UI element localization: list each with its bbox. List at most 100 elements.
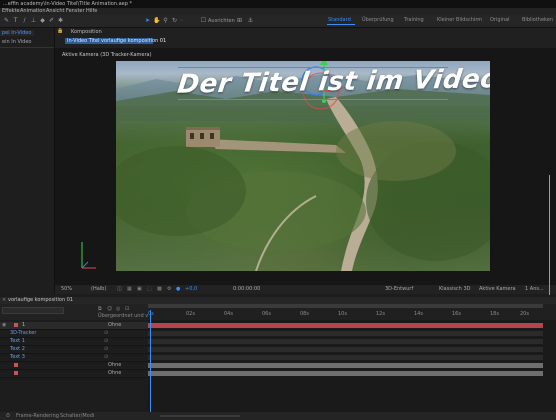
- workspace-tab-standard[interactable]: Standard: [328, 18, 351, 23]
- camera-view-dropdown[interactable]: Aktive Kamera: [479, 287, 516, 292]
- layer-parent-icon[interactable]: ⊙: [104, 355, 108, 360]
- layer-parent-icon[interactable]: ⊙: [104, 339, 108, 344]
- video-frame[interactable]: Der Titel ist im Video: [116, 61, 490, 271]
- ruler-tick: 12s: [376, 311, 385, 317]
- layer-parent-icon[interactable]: ⊙: [104, 331, 108, 336]
- close-icon[interactable]: ×: [2, 298, 6, 303]
- layer-row[interactable]: Ohne: [0, 370, 148, 378]
- project-panel: рei In-Video ein In Video: [0, 28, 55, 294]
- workspace-tab-training[interactable]: Training: [404, 18, 424, 23]
- menu-hilfe[interactable]: Hilfe: [86, 9, 97, 14]
- shy-icon[interactable]: ☺: [107, 307, 112, 312]
- views-dropdown[interactable]: 1 Ans...: [525, 287, 544, 292]
- timeline-search-input[interactable]: [2, 307, 64, 314]
- layer-bar[interactable]: [148, 323, 543, 328]
- menu-effekte[interactable]: Effekte: [2, 9, 20, 14]
- left-panel-subtab: ein In Video: [2, 39, 32, 45]
- video-title-text[interactable]: Der Titel ist im Video: [176, 64, 490, 100]
- menu-fenster[interactable]: Fenster: [66, 9, 85, 14]
- layer-row[interactable]: 3D-Tracker ⊙: [0, 330, 148, 338]
- layer-row[interactable]: Text 2 ⊙: [0, 346, 148, 354]
- pen-icon[interactable]: ✎: [3, 17, 10, 24]
- layer-row[interactable]: ◉ 1 Ohne: [0, 322, 148, 330]
- graph-editor-icon[interactable]: ⊡: [125, 307, 129, 312]
- hand-tool-icon[interactable]: ✋: [153, 17, 160, 24]
- exposure-icon[interactable]: +0,0: [185, 287, 197, 292]
- snap-label: Ausrichten: [208, 18, 235, 24]
- layer-row[interactable]: Text 1 ⊙: [0, 338, 148, 346]
- snap-options-icon[interactable]: ⊞: [236, 17, 243, 24]
- rotate-tool-icon[interactable]: ↻: [171, 17, 178, 24]
- switches-modes-toggle[interactable]: Schalter/Modi: [60, 414, 94, 419]
- playhead[interactable]: [150, 310, 151, 412]
- layer-parent[interactable]: Ohne: [108, 371, 121, 376]
- visibility-icon[interactable]: ◉: [2, 323, 6, 328]
- ruler-tick: 20s: [520, 311, 529, 317]
- text-tool-icon[interactable]: T: [12, 17, 19, 24]
- layer-list: ◉ 1 Ohne 3D-Tracker ⊙ Text 1 ⊙ Text 2 ⊙ …: [0, 320, 148, 412]
- menu-bar: Effekte Animation Ansicht Fenster Hilfe: [0, 8, 556, 15]
- workspace-tab-review[interactable]: Überprüfung: [362, 18, 394, 23]
- workspace-tab-small-screen[interactable]: Kleiner Bildschirm: [437, 18, 482, 23]
- layer-parent[interactable]: Ohne: [108, 363, 121, 368]
- puppet-icon[interactable]: ✱: [57, 17, 64, 24]
- lock-icon[interactable]: 🔒: [57, 29, 63, 34]
- ruler-tick: 18s: [490, 311, 499, 317]
- brush-icon[interactable]: ∕: [21, 17, 28, 24]
- ruler-tick: 14s: [414, 311, 423, 317]
- ruler-tick: 04s: [224, 311, 233, 317]
- grid-icon[interactable]: ▦: [127, 287, 132, 292]
- title-bar: ...effin academy\In-Video Titel\Title An…: [0, 0, 556, 8]
- renderer-mode-dropdown[interactable]: Klassisch 3D: [439, 287, 470, 292]
- snap-checkbox[interactable]: ☐: [200, 17, 207, 24]
- roto-brush-icon[interactable]: ✐: [48, 17, 55, 24]
- workspace-tab-libraries[interactable]: Bibliotheken: [522, 18, 553, 23]
- selection-tool-icon[interactable]: ➤: [144, 17, 151, 24]
- work-area-bar[interactable]: [148, 304, 543, 308]
- layer-color-swatch: [14, 323, 18, 327]
- left-panel-tab[interactable]: рei In-Video: [0, 30, 34, 36]
- color-picker-icon[interactable]: ●: [176, 287, 180, 292]
- stamp-icon[interactable]: ⊥: [30, 17, 37, 24]
- layer-row[interactable]: Ohne: [0, 362, 148, 370]
- composition-tab[interactable]: In-Video Titel vorlaufige komposition 01: [65, 38, 166, 44]
- anchor-icon[interactable]: ⚓: [247, 17, 254, 24]
- renderer-label[interactable]: 3D-Entwurf: [385, 287, 413, 292]
- zoom-dropdown[interactable]: 50%: [61, 287, 72, 292]
- layer-parent[interactable]: Ohne: [108, 323, 121, 328]
- eraser-icon[interactable]: ◆: [39, 17, 46, 24]
- layer-bar[interactable]: [148, 363, 543, 368]
- motion-blur-icon[interactable]: ◎: [116, 307, 120, 312]
- composition-header: 🔒 Komposition In-Video Titel vorlaufige …: [55, 28, 556, 48]
- transparency-icon[interactable]: ▩: [157, 287, 162, 292]
- comp-flowchart-icon[interactable]: ⧉: [98, 307, 102, 312]
- layer-parent-icon[interactable]: ⊙: [104, 347, 108, 352]
- zoom-tool-icon[interactable]: ⚲: [162, 17, 169, 24]
- workspace-tab-original[interactable]: Original: [490, 18, 510, 23]
- region-icon[interactable]: ⬚: [147, 287, 152, 292]
- mask-icon[interactable]: ▣: [137, 287, 142, 292]
- layer-bar[interactable]: [148, 371, 543, 376]
- ruler-tick: 10s: [338, 311, 347, 317]
- viewer-timecode[interactable]: 0:00:00:00: [233, 287, 260, 292]
- window-title: ...effin academy\In-Video Titel\Title An…: [3, 0, 133, 7]
- right-panel-edge: [549, 175, 556, 295]
- layer-bar[interactable]: [148, 347, 543, 352]
- render-time-icon[interactable]: ⏱: [6, 414, 10, 419]
- layer-row[interactable]: Text 3 ⊙: [0, 354, 148, 362]
- ruler-tick: 06s: [262, 311, 271, 317]
- layer-bar[interactable]: [148, 339, 543, 344]
- menu-animation[interactable]: Animation: [20, 9, 46, 14]
- time-ruler[interactable]: 0s 02s 04s 06s 08s 10s 12s 14s 16s 18s 2…: [148, 304, 556, 321]
- resolution-dropdown[interactable]: (Halb): [91, 287, 106, 292]
- layer-bar[interactable]: [148, 331, 543, 336]
- timeline-tab-label[interactable]: vorlaufige komposition 01: [8, 298, 73, 303]
- zoom-slider[interactable]: [160, 415, 240, 417]
- workspace-active-underline: [327, 24, 355, 25]
- camera-icon[interactable]: ⚙: [167, 287, 171, 292]
- ruler-tick: 08s: [300, 311, 309, 317]
- menu-ansicht[interactable]: Ansicht: [46, 9, 64, 14]
- layer-bar[interactable]: [148, 355, 543, 360]
- camera-snapshot-icon[interactable]: ◫: [117, 287, 122, 292]
- rotation-label: ◦: [180, 18, 183, 24]
